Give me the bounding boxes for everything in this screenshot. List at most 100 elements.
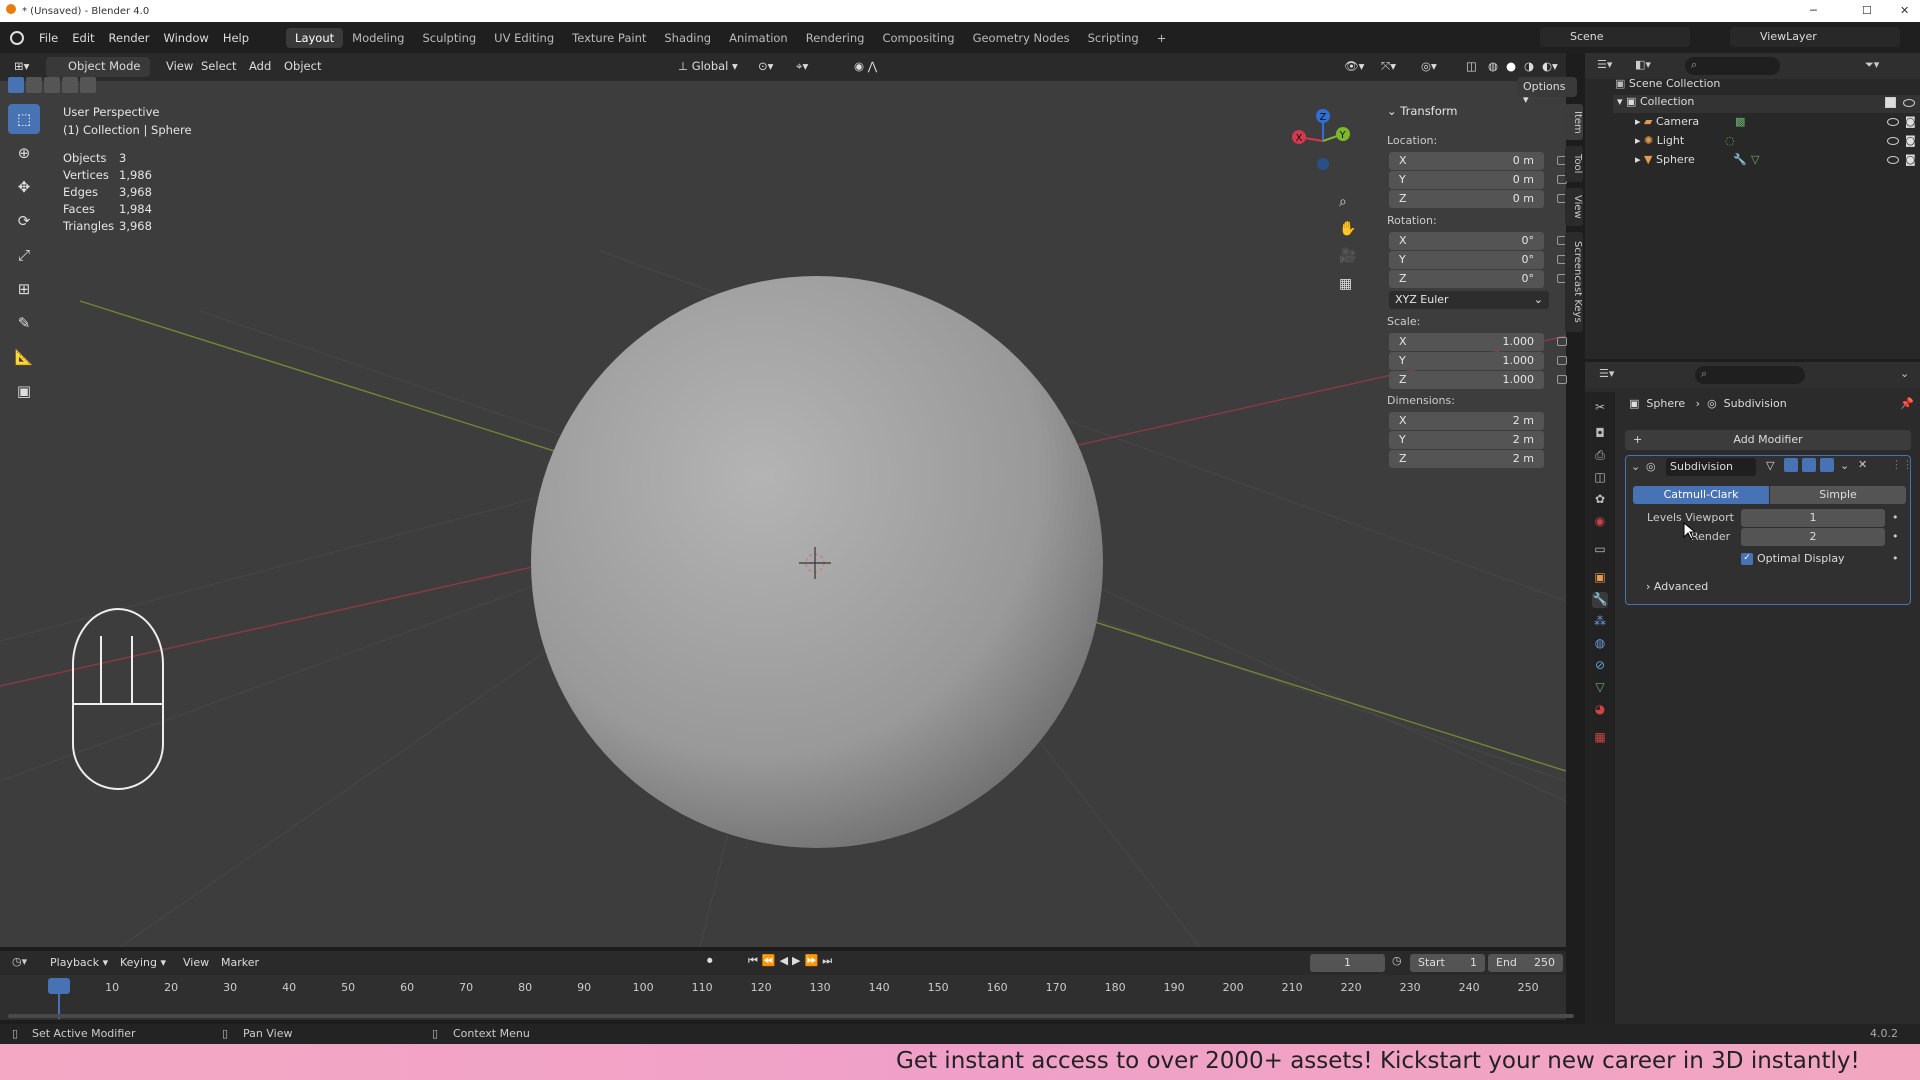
select-new-icon[interactable]	[8, 77, 24, 93]
rendered-shading-icon[interactable]: ◐▾	[1536, 57, 1564, 77]
sidetab-screencast-keys[interactable]: Screencast Keys	[1565, 232, 1583, 332]
select-subtract-icon[interactable]	[44, 77, 60, 93]
blender-menu-icon[interactable]	[10, 30, 24, 45]
eye-icon[interactable]	[1887, 156, 1899, 164]
rotate-tool-icon[interactable]: ⟳	[8, 206, 40, 236]
collapse-arrow-icon[interactable]: ⌄	[1631, 460, 1640, 473]
constraints-tab-icon[interactable]: ⊘	[1592, 658, 1608, 674]
scene-selector[interactable]: Scene	[1540, 27, 1690, 47]
menu-help[interactable]: Help	[216, 31, 256, 45]
properties-search-input[interactable]: ⌕	[1695, 366, 1805, 384]
sphere-object[interactable]	[531, 276, 1103, 848]
pivot-icon[interactable]: ⊙▾	[752, 57, 779, 77]
editor-type-icon[interactable]: ⊞▾	[8, 57, 35, 77]
tab-modeling[interactable]: Modeling	[343, 28, 413, 48]
orientation-dropdown[interactable]: ⊥ Global ▾	[672, 57, 744, 77]
sidetab-item[interactable]: Item	[1565, 104, 1583, 140]
maximize-icon[interactable]: ☐	[1862, 4, 1872, 17]
scale-x-field[interactable]: X 1.000	[1389, 333, 1544, 351]
navigation-gizmo[interactable]: Z Y X	[1285, 106, 1355, 176]
minimize-icon[interactable]: ─	[1810, 4, 1817, 17]
add-cube-tool-icon[interactable]: ▣	[8, 376, 40, 406]
end-frame-field[interactable]: End 250	[1488, 954, 1563, 972]
chevron-down-icon[interactable]: ⌄	[1900, 367, 1909, 380]
editor-type-icon[interactable]: ☰▾	[1597, 58, 1612, 71]
select-intersect-icon[interactable]	[80, 77, 96, 93]
catmull-clark-tab[interactable]: Catmull-Clark	[1633, 486, 1769, 504]
playback-menu[interactable]: Playback ▾	[50, 956, 108, 969]
camera-view-icon[interactable]: 🎥	[1339, 248, 1356, 264]
scene-tab-icon[interactable]: ✿	[1592, 492, 1608, 508]
outliner-row-light[interactable]: ▸ ✺ Light ◌ ◙	[1635, 134, 1920, 147]
keyframe-dot-icon[interactable]: •	[1892, 530, 1899, 543]
physics-tab-icon[interactable]: ◍	[1592, 636, 1608, 652]
render-levels-field[interactable]: 2	[1741, 528, 1885, 546]
world-tab-icon[interactable]: ◉	[1592, 514, 1608, 530]
close-icon[interactable]: ✕	[1900, 4, 1909, 17]
sidetab-view[interactable]: View	[1565, 188, 1583, 226]
close-icon[interactable]: ✕	[1858, 458, 1867, 471]
rotation-z-field[interactable]: Z 0°	[1389, 270, 1544, 288]
lock-icon[interactable]	[1557, 375, 1567, 384]
outliner-row-scene-collection[interactable]: ▣ Scene Collection	[1615, 77, 1720, 90]
cursor-tool-icon[interactable]: ⊕	[8, 138, 40, 168]
view-layer-tab-icon[interactable]: ◫	[1592, 470, 1608, 486]
outliner-row-sphere[interactable]: ▸ ▼ Sphere 🔧 ▽ ◙	[1635, 153, 1920, 166]
tab-shading[interactable]: Shading	[655, 28, 720, 48]
eye-icon[interactable]	[1903, 99, 1915, 107]
zoom-icon[interactable]: ⌕	[1339, 194, 1347, 210]
ortho-grid-icon[interactable]: ▦	[1339, 276, 1352, 292]
clock-editor-icon[interactable]: ◷▾	[12, 955, 27, 968]
location-z-field[interactable]: Z 0 m	[1389, 190, 1544, 208]
outliner-row-camera[interactable]: ▸ ▰ Camera ▩ ◙	[1635, 115, 1920, 128]
modifier-name-field[interactable]: Subdivision	[1666, 458, 1756, 476]
advanced-subpanel[interactable]: › Advanced	[1646, 580, 1708, 593]
add-modifier-button[interactable]: + Add Modifier	[1625, 430, 1911, 450]
snap-icon[interactable]: ⌖▾	[790, 57, 814, 77]
measure-tool-icon[interactable]: 📐	[8, 342, 40, 372]
timeline-scrollbar[interactable]	[8, 1014, 1574, 1018]
keyframe-dot-icon[interactable]: •	[1892, 511, 1899, 524]
eye-icon[interactable]	[1887, 118, 1899, 126]
xray-icon[interactable]: ◫	[1460, 57, 1483, 77]
viewlayer-selector[interactable]: ViewLayer	[1730, 27, 1900, 47]
playback-controls[interactable]: ⏮⏪◀▶⏩⏭	[748, 954, 836, 968]
current-frame-field[interactable]: 1	[1310, 954, 1385, 972]
menu-window[interactable]: Window	[156, 31, 215, 45]
view-menu[interactable]: View	[160, 57, 199, 77]
lock-icon[interactable]	[1557, 356, 1567, 365]
proportional-edit-icon[interactable]: ◉ ⋀	[848, 57, 883, 77]
options-dropdown[interactable]: Options ▾	[1517, 77, 1577, 106]
select-menu[interactable]: Select	[195, 57, 242, 77]
material-tab-icon[interactable]: ◕	[1592, 702, 1608, 718]
scale-tool-icon[interactable]: ⤢	[8, 240, 40, 270]
select-invert-icon[interactable]	[62, 77, 78, 93]
tab-layout[interactable]: Layout	[286, 27, 344, 48]
sidetab-tool[interactable]: Tool	[1565, 146, 1583, 182]
pan-hand-icon[interactable]: ✋	[1339, 221, 1356, 237]
keying-menu[interactable]: Keying ▾	[120, 956, 166, 969]
edit-mode-toggle-icon[interactable]	[1784, 458, 1798, 472]
editor-type-icon[interactable]: ☰▾	[1599, 367, 1614, 380]
transform-tool-icon[interactable]: ⊞	[8, 274, 40, 304]
output-tab-icon[interactable]: ⎙	[1592, 448, 1608, 464]
object-tab-icon[interactable]: ▣	[1592, 570, 1608, 586]
scale-y-field[interactable]: Y 1.000	[1389, 352, 1544, 370]
tab-uv-editing[interactable]: UV Editing	[485, 28, 563, 48]
modifier-tab-icon[interactable]: 🔧	[1592, 592, 1608, 608]
optimal-display-checkbox[interactable]: ✓	[1741, 553, 1753, 565]
rotation-x-field[interactable]: X 0°	[1389, 232, 1544, 250]
timeline-view-menu[interactable]: View	[183, 956, 209, 969]
display-mode-icon[interactable]: ◧▾	[1635, 58, 1651, 71]
tab-texture-paint[interactable]: Texture Paint	[563, 28, 655, 48]
scale-z-field[interactable]: Z 1.000	[1389, 371, 1544, 389]
tab-scripting[interactable]: Scripting	[1079, 28, 1148, 48]
visibility-icon[interactable]: 👁▾	[1338, 57, 1370, 77]
outliner-search-input[interactable]: ⌕	[1685, 57, 1780, 75]
editmode-cage-icon[interactable]: ▽	[1766, 459, 1774, 472]
gizmo-toggle-icon[interactable]: ⤧▾	[1375, 57, 1402, 77]
location-x-field[interactable]: X 0 m	[1389, 152, 1544, 170]
mode-dropdown[interactable]: Object Mode ▾	[46, 57, 150, 87]
lock-icon[interactable]	[1557, 337, 1567, 346]
chevron-down-icon[interactable]: ⌄	[1840, 459, 1849, 472]
